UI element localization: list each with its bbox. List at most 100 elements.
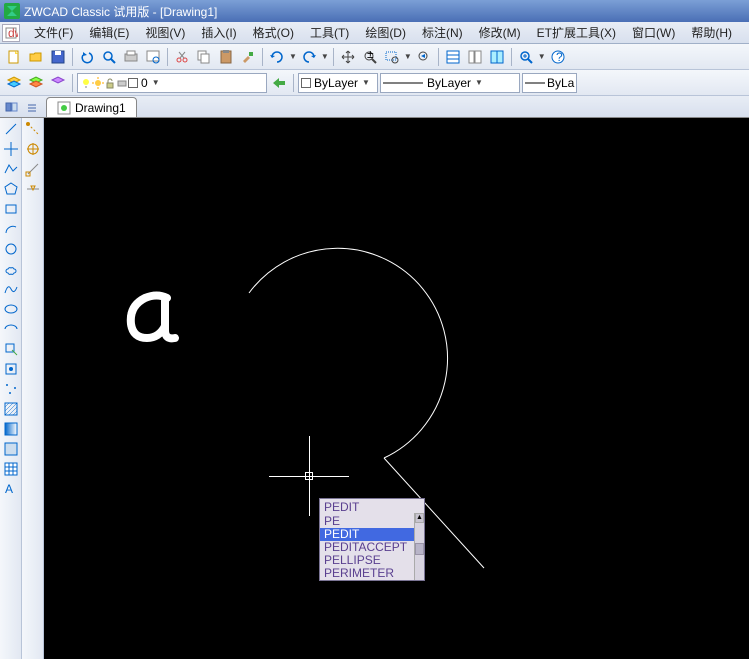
document-tabs: Drawing1 [0, 96, 749, 118]
menu-format[interactable]: 格式(O) [245, 22, 302, 43]
save-button[interactable] [48, 47, 68, 67]
tab-list-button[interactable] [22, 97, 42, 117]
cut-button[interactable] [172, 47, 192, 67]
menu-tools[interactable]: 工具(T) [302, 22, 357, 43]
tool-palettes-button[interactable] [487, 47, 507, 67]
ellipse-arc-tool[interactable] [2, 320, 20, 338]
make-block-tool[interactable] [2, 360, 20, 378]
linetype-dropdown[interactable]: ByLayer ▼ [380, 73, 520, 93]
separator [72, 74, 73, 92]
window-title: ZWCAD Classic 试用版 - [Drawing1] [24, 3, 217, 20]
polyline-tool[interactable] [2, 160, 20, 178]
new-file-button[interactable] [4, 47, 24, 67]
command-suggestion-list: PE PEDIT PEDITACCEPT PELLIPSE PERIMETER [320, 515, 424, 580]
arc-tool[interactable] [2, 220, 20, 238]
menu-window[interactable]: 窗口(W) [624, 22, 683, 43]
menu-insert[interactable]: 插入(I) [193, 22, 244, 43]
layer-dropdown[interactable]: 0 ▼ [77, 73, 267, 93]
snap-endpoint-tool[interactable] [24, 160, 42, 178]
gradient-tool[interactable] [2, 420, 20, 438]
copy-button[interactable] [194, 47, 214, 67]
menu-draw[interactable]: 绘图(D) [357, 22, 414, 43]
scrollbar[interactable]: ▲ [414, 513, 424, 580]
insert-block-tool[interactable] [2, 340, 20, 358]
snap-from-tool[interactable] [24, 140, 42, 158]
menu-et-extend[interactable]: ET扩展工具(X) [529, 22, 624, 43]
unlock-icon [104, 77, 116, 89]
dropdown-arrow-icon[interactable]: ▼ [404, 52, 412, 61]
match-properties-button[interactable] [238, 47, 258, 67]
circle-tool[interactable] [2, 240, 20, 258]
plot-button[interactable] [121, 47, 141, 67]
hatch-tool[interactable] [2, 400, 20, 418]
separator [72, 48, 73, 66]
drawing-canvas[interactable]: PEDIT PE PEDIT PEDITACCEPT PELLIPSE PERI… [44, 118, 749, 659]
zoom-realtime-button[interactable]: ± [360, 47, 380, 67]
temp-track-tool[interactable] [24, 120, 42, 138]
layer-previous-button[interactable] [269, 73, 289, 93]
tab-nav-button[interactable] [2, 97, 22, 117]
scroll-up-icon[interactable]: ▲ [415, 513, 424, 523]
pan-button[interactable] [338, 47, 358, 67]
redo-button[interactable] [299, 47, 319, 67]
design-center-button[interactable] [465, 47, 485, 67]
zoom-previous-button[interactable] [414, 47, 434, 67]
scroll-thumb[interactable] [415, 543, 424, 555]
layer-manager-button[interactable] [4, 73, 24, 93]
lineweight-name: ByLa [547, 76, 574, 90]
polygon-tool[interactable] [2, 180, 20, 198]
dropdown-arrow-icon[interactable]: ▼ [538, 52, 546, 61]
title-bar: ZWCAD Classic 试用版 - [Drawing1] [0, 0, 749, 22]
light-icon [80, 77, 92, 89]
dropdown-arrow-icon[interactable]: ▼ [289, 52, 297, 61]
dropdown-arrow-icon[interactable]: ▼ [321, 52, 329, 61]
svg-text:A: A [5, 482, 13, 496]
undo-button[interactable] [77, 47, 97, 67]
construction-line-tool[interactable] [2, 140, 20, 158]
main-workspace: A PEDIT PE PEDIT PEDITACCEPT PE [0, 118, 749, 659]
document-tab-active[interactable]: Drawing1 [46, 97, 137, 117]
plot-preview-button[interactable] [143, 47, 163, 67]
menu-modify[interactable]: 修改(M) [471, 22, 529, 43]
open-file-button[interactable] [26, 47, 46, 67]
table-tool[interactable] [2, 460, 20, 478]
zoom-button[interactable] [516, 47, 536, 67]
line-tool[interactable] [2, 120, 20, 138]
doc-icon[interactable]: dwg [2, 24, 20, 42]
undo-history-button[interactable] [267, 47, 287, 67]
multiline-text-tool[interactable]: A [2, 480, 20, 498]
help-button[interactable]: ? [548, 47, 568, 67]
layer-states-button[interactable] [26, 73, 46, 93]
lineweight-dropdown[interactable]: ByLa [522, 73, 577, 93]
app-icon [4, 3, 20, 19]
zoom-window-button[interactable] [382, 47, 402, 67]
draw-toolbar: A [0, 118, 22, 659]
menu-view[interactable]: 视图(V) [137, 22, 193, 43]
rectangle-tool[interactable] [2, 200, 20, 218]
paste-button[interactable] [216, 47, 236, 67]
separator [333, 48, 334, 66]
dwg-file-icon [57, 101, 71, 115]
chevron-down-icon: ▼ [152, 78, 160, 87]
region-tool[interactable] [2, 440, 20, 458]
point-tool[interactable] [2, 380, 20, 398]
linetype-name: ByLayer [427, 76, 471, 90]
separator [438, 48, 439, 66]
find-button[interactable] [99, 47, 119, 67]
separator [167, 48, 168, 66]
properties-button[interactable] [443, 47, 463, 67]
snap-midpoint-tool[interactable] [24, 180, 42, 198]
layers-toolbar: 0 ▼ ByLayer ▼ ByLayer ▼ ByLa [0, 70, 749, 96]
menu-edit[interactable]: 编辑(E) [81, 22, 137, 43]
color-dropdown[interactable]: ByLayer ▼ [298, 73, 378, 93]
command-suggestion-item[interactable]: PERIMETER [320, 567, 424, 580]
revision-cloud-tool[interactable] [2, 260, 20, 278]
spline-tool[interactable] [2, 280, 20, 298]
sun-icon [92, 77, 104, 89]
menu-dimension[interactable]: 标注(N) [414, 22, 471, 43]
ellipse-tool[interactable] [2, 300, 20, 318]
menu-file[interactable]: 文件(F) [26, 22, 81, 43]
drawn-text-shape [119, 288, 189, 348]
menu-help[interactable]: 帮助(H) [683, 22, 740, 43]
layer-filter-button[interactable] [48, 73, 68, 93]
